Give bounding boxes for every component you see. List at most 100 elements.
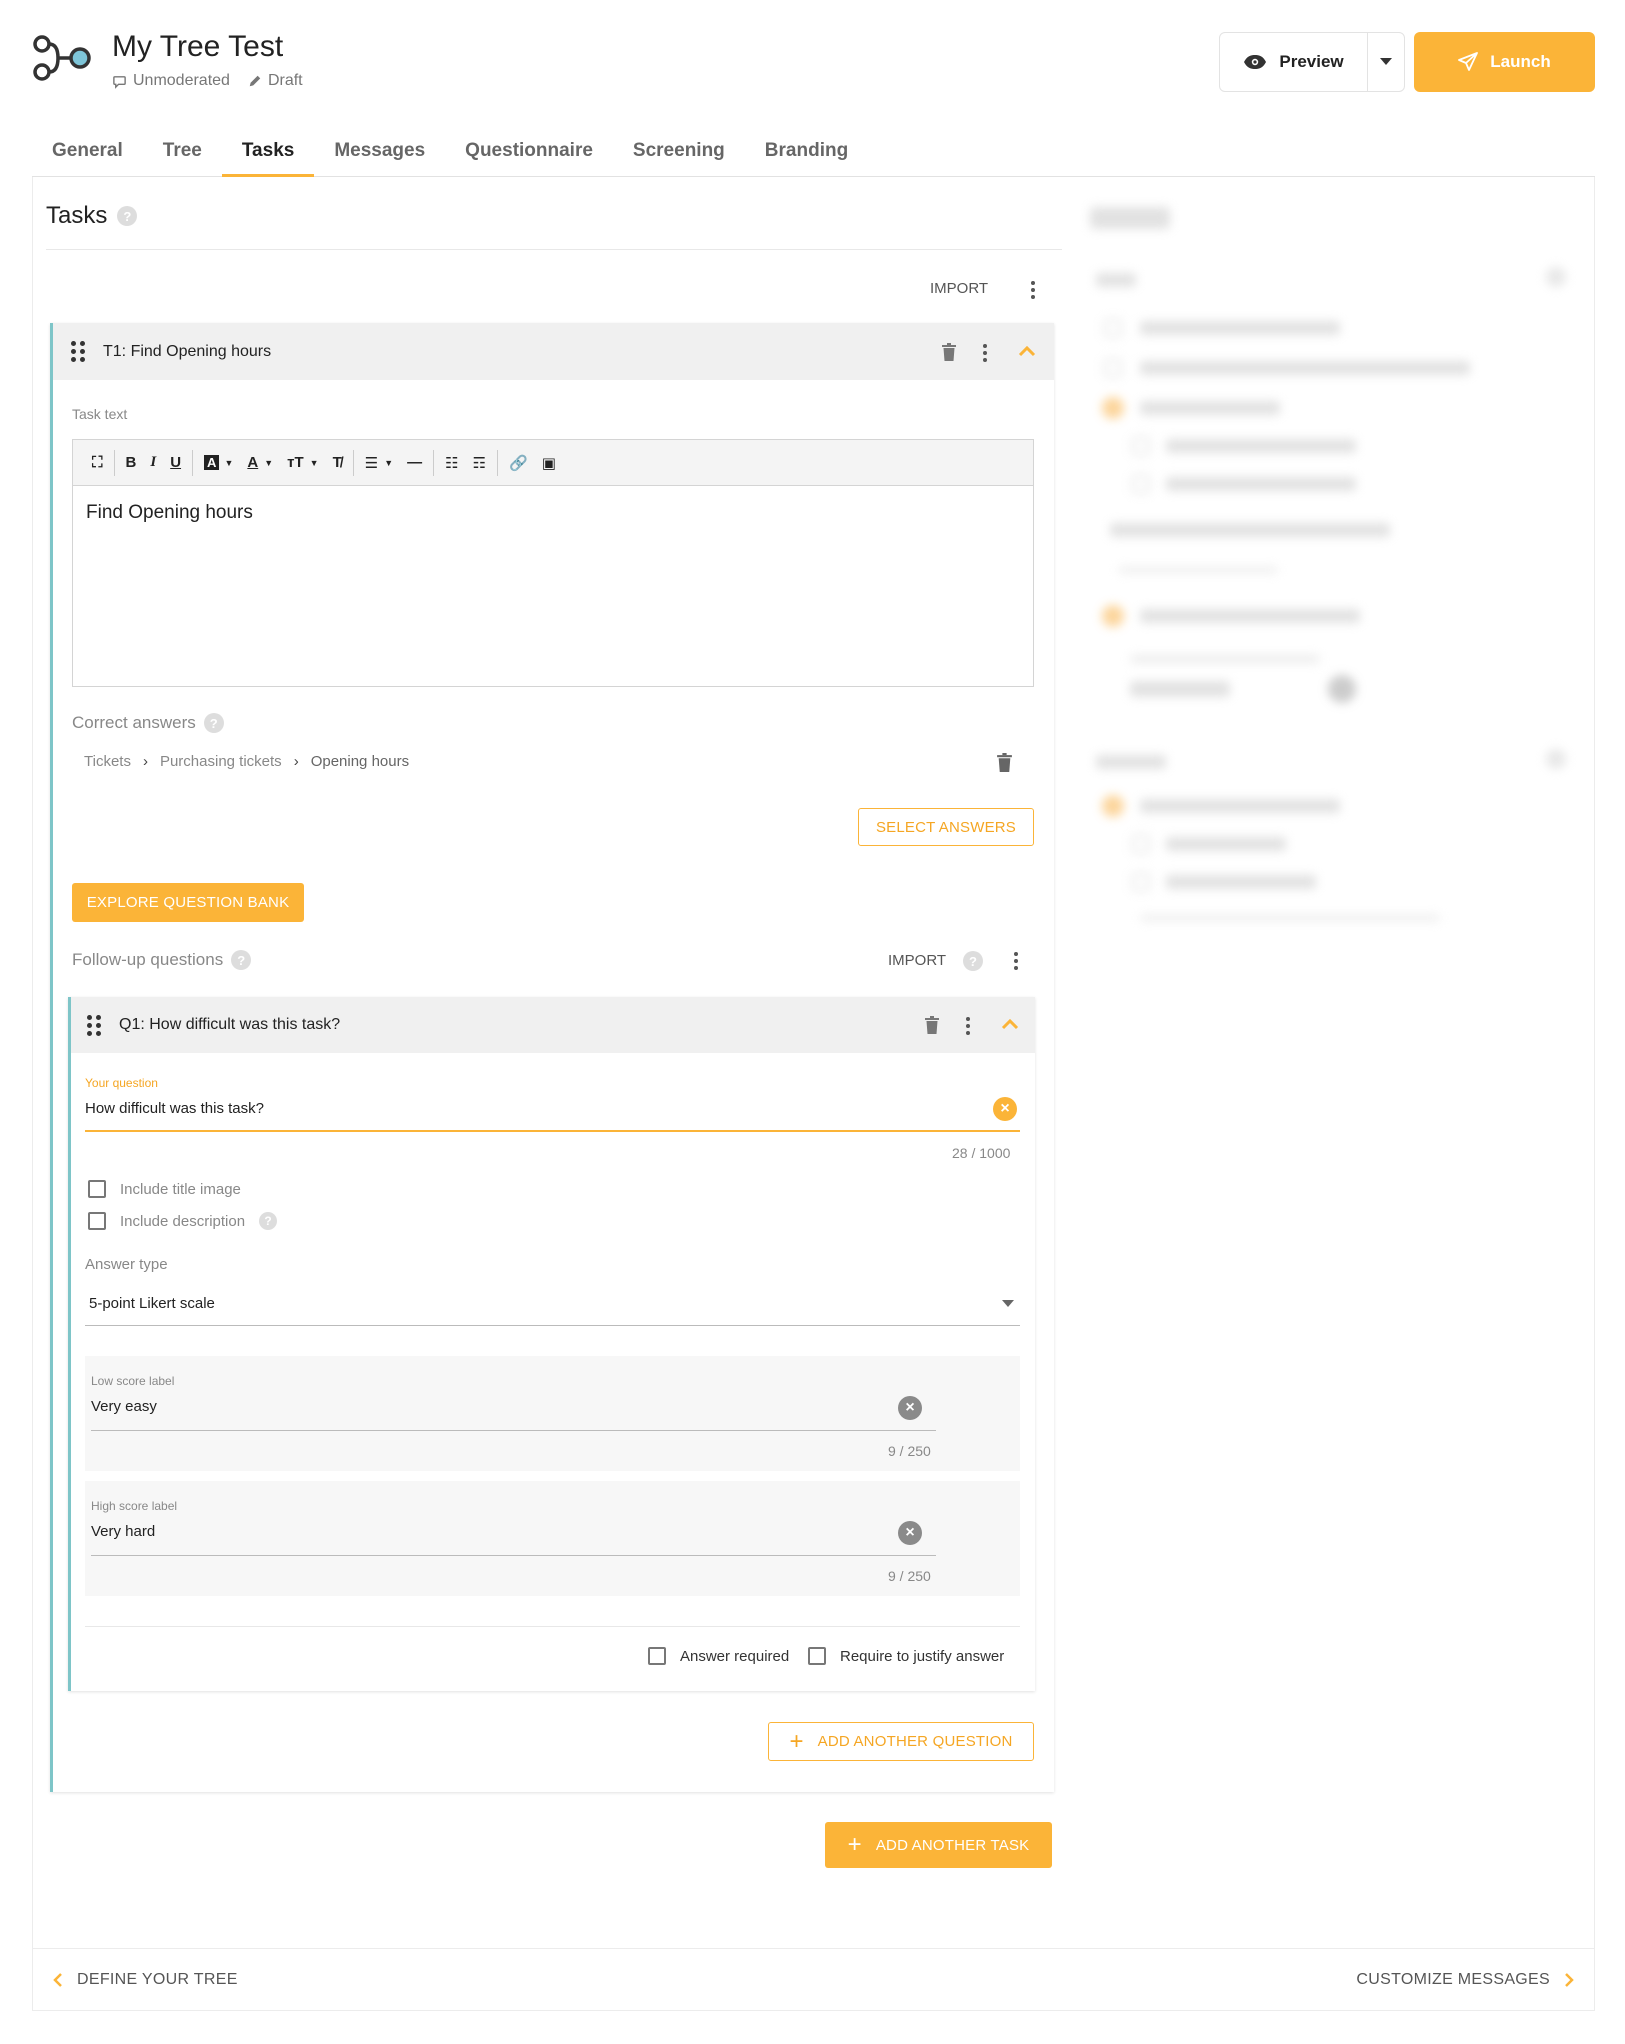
trash-icon[interactable] xyxy=(997,753,1012,772)
high-score-caption: High score label xyxy=(91,1499,178,1513)
low-score-value: Very easy xyxy=(91,1398,157,1415)
question-more-icon[interactable] xyxy=(965,1017,971,1035)
link-icon[interactable]: 🔗 xyxy=(502,440,535,486)
tasks-heading: Tasks ? xyxy=(46,202,138,230)
drag-handle-icon[interactable] xyxy=(71,341,85,362)
font-size-icon[interactable]: тT ▼ xyxy=(280,440,325,486)
bold-icon[interactable]: B xyxy=(119,440,144,486)
add-task-label: ADD ANOTHER TASK xyxy=(875,1836,1030,1854)
clear-format-icon[interactable]: T̸ xyxy=(326,440,349,486)
help-icon[interactable]: ? xyxy=(231,950,252,970)
select-answers-button[interactable]: SELECT ANSWERS xyxy=(858,808,1034,846)
bullet-list-icon[interactable]: ☷ xyxy=(438,440,465,486)
followup-label: Follow-up questions xyxy=(72,950,224,969)
high-score-counter: 9 / 250 xyxy=(888,1568,931,1584)
font-color-icon[interactable]: A ▼ xyxy=(240,440,280,486)
options-panel-blurred xyxy=(1080,195,1580,955)
highlight-color-icon[interactable]: A ▼ xyxy=(197,440,240,486)
add-another-question-button[interactable]: + ADD ANOTHER QUESTION xyxy=(768,1722,1034,1761)
launch-button[interactable]: Launch xyxy=(1414,32,1595,92)
include-title-image-row[interactable]: Include title image xyxy=(88,1180,241,1198)
editor-toolbar: ⛶ B I U A ▼ A ▼ тT ▼ T̸ ☰ ▼ — ☷ ☶ 🔗 ▣ xyxy=(73,440,1033,486)
include-description-row[interactable]: Include description ? xyxy=(88,1212,278,1230)
help-icon[interactable]: ? xyxy=(117,206,138,226)
plus-icon: + xyxy=(789,1727,804,1755)
drag-handle-icon[interactable] xyxy=(87,1014,101,1036)
import-questions-button[interactable]: IMPORT xyxy=(888,952,946,969)
tab-screening[interactable]: Screening xyxy=(613,130,745,177)
numbered-list-icon[interactable]: ☶ xyxy=(466,440,493,486)
answer-path-item: Opening hours xyxy=(310,753,410,770)
require-justify-row[interactable]: Require to justify answer xyxy=(808,1647,1004,1665)
correct-answers-label: Correct answers xyxy=(72,713,196,732)
high-score-input[interactable]: Very hard xyxy=(91,1523,936,1556)
trash-icon[interactable] xyxy=(925,1016,939,1034)
task-more-icon[interactable] xyxy=(982,344,988,362)
tasks-more-icon[interactable] xyxy=(1030,281,1036,299)
preview-button[interactable]: Preview xyxy=(1220,33,1368,91)
tab-tree[interactable]: Tree xyxy=(143,130,222,177)
tab-branding[interactable]: Branding xyxy=(745,130,868,177)
pencil-icon xyxy=(249,75,261,87)
clear-high-score-icon[interactable]: × xyxy=(898,1521,922,1545)
align-icon[interactable]: ☰ ▼ xyxy=(358,440,400,486)
prev-step-link[interactable]: DEFINE YOUR TREE xyxy=(53,1971,238,1989)
help-icon[interactable]: ? xyxy=(259,1212,278,1230)
send-icon xyxy=(1458,52,1479,71)
chevron-right-icon xyxy=(1565,1972,1574,1987)
tab-questionnaire[interactable]: Questionnaire xyxy=(445,130,613,177)
italic-icon[interactable]: I xyxy=(143,440,163,486)
underline-icon[interactable]: U xyxy=(163,440,188,486)
next-step-link[interactable]: CUSTOMIZE MESSAGES xyxy=(1356,1971,1574,1989)
low-score-counter: 9 / 250 xyxy=(888,1443,931,1459)
task-card-header[interactable]: T1: Find Opening hours xyxy=(53,323,1054,380)
insert-image-icon[interactable]: ▣ xyxy=(535,440,563,486)
low-score-caption: Low score label xyxy=(91,1374,175,1388)
preview-button-group: Preview xyxy=(1219,32,1405,92)
import-tasks-button[interactable]: IMPORT xyxy=(930,280,988,297)
tasks-heading-label: Tasks xyxy=(46,202,108,229)
answer-breadcrumb: Tickets › Purchasing tickets › Opening h… xyxy=(84,753,409,770)
include-description-label: Include description xyxy=(120,1212,246,1230)
tasks-divider xyxy=(46,249,1062,250)
low-score-input[interactable]: Very easy xyxy=(91,1398,936,1431)
tab-tasks[interactable]: Tasks xyxy=(221,130,315,177)
chevron-up-icon[interactable] xyxy=(1001,1018,1019,1030)
clear-question-icon[interactable]: × xyxy=(993,1097,1017,1121)
include-title-image-checkbox[interactable] xyxy=(88,1180,106,1198)
study-mode: Unmoderated xyxy=(112,72,230,90)
answer-required-row[interactable]: Answer required xyxy=(648,1647,789,1665)
help-icon[interactable]: ? xyxy=(203,713,224,733)
question-title: Q1: How difficult was this task? xyxy=(119,1016,341,1033)
preview-dropdown-button[interactable] xyxy=(1368,58,1404,66)
chevron-right-icon: › xyxy=(293,753,299,770)
explore-question-bank-button[interactable]: EXPLORE QUESTION BANK xyxy=(72,883,304,922)
preview-label: Preview xyxy=(1279,52,1344,71)
study-tabs: General Tree Tasks Messages Questionnair… xyxy=(32,130,1595,177)
require-justify-checkbox[interactable] xyxy=(808,1647,826,1665)
fullscreen-icon[interactable]: ⛶ xyxy=(85,440,110,486)
study-meta: Unmoderated Draft xyxy=(112,72,303,90)
eye-icon xyxy=(1244,55,1267,69)
answer-required-label: Answer required xyxy=(680,1647,790,1665)
followup-more-icon[interactable] xyxy=(1013,952,1019,970)
question-card-header[interactable]: Q1: How difficult was this task? xyxy=(71,997,1035,1053)
tab-messages[interactable]: Messages xyxy=(314,130,445,177)
help-icon[interactable]: ? xyxy=(963,951,983,971)
chevron-left-icon xyxy=(53,1972,62,1987)
step-navigation-footer: DEFINE YOUR TREE CUSTOMIZE MESSAGES xyxy=(33,1948,1594,2010)
question-input[interactable]: How difficult was this task? xyxy=(85,1100,1020,1132)
tab-general[interactable]: General xyxy=(32,130,143,177)
caret-down-icon xyxy=(1380,58,1392,65)
question-counter: 28 / 1000 xyxy=(952,1145,1011,1161)
trash-icon[interactable] xyxy=(942,343,956,361)
answer-required-checkbox[interactable] xyxy=(648,1647,666,1665)
add-another-task-button[interactable]: + ADD ANOTHER TASK xyxy=(825,1822,1052,1868)
chevron-up-icon[interactable] xyxy=(1018,345,1036,357)
clear-low-score-icon[interactable]: × xyxy=(898,1396,922,1420)
question-input-value: How difficult was this task? xyxy=(85,1100,264,1117)
include-description-checkbox[interactable] xyxy=(88,1212,106,1230)
task-text-content[interactable]: Find Opening hours xyxy=(73,486,1033,540)
answer-type-select[interactable]: 5-point Likert scale xyxy=(85,1288,1020,1326)
horizontal-rule-icon[interactable]: — xyxy=(400,440,429,486)
